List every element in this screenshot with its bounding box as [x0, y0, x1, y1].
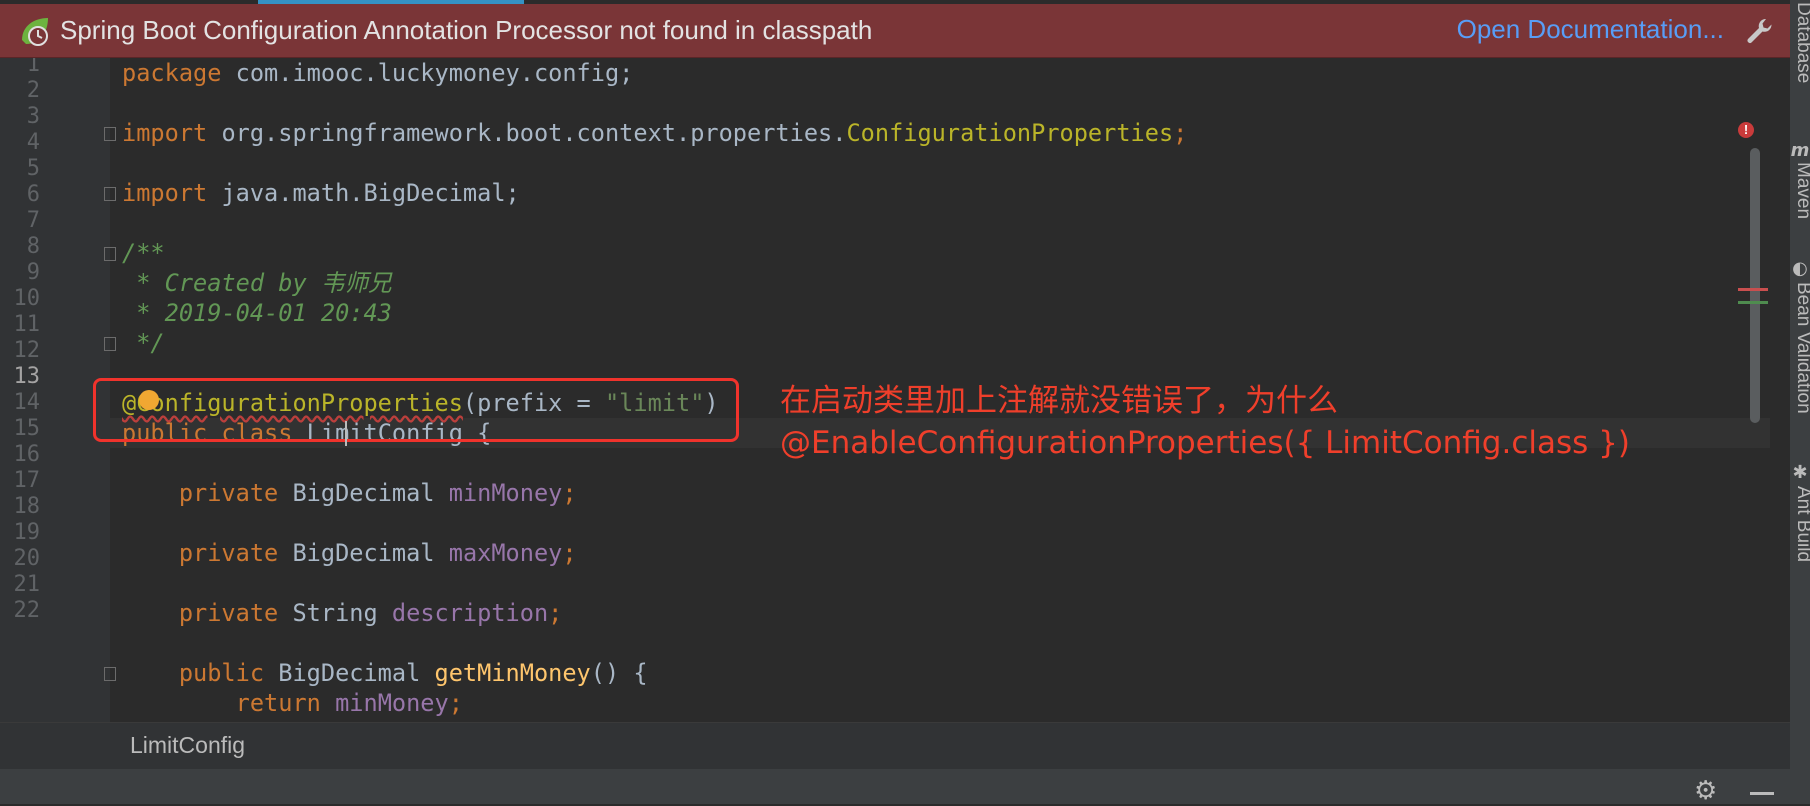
keyword: private — [122, 599, 279, 627]
ant-icon: ✱ — [1792, 462, 1808, 483]
code-line-17: private BigDecimal maxMoney; — [122, 538, 577, 568]
type-name: BigDecimal — [278, 479, 449, 507]
code-editor[interactable]: 1 2 3 4 5 6 7 8 9 10 11 12 13 14 15 16 1… — [0, 58, 1790, 722]
error-indicator-icon[interactable]: ! — [1738, 122, 1754, 138]
code-text: () { — [590, 659, 648, 687]
minimize-icon[interactable] — [1750, 792, 1774, 795]
code-line-8: * Created by 韦师兄 — [122, 269, 392, 297]
field-name: description — [391, 599, 549, 627]
annotation-note-line1: 在启动类里加上注解就没错误了，为什么 — [780, 383, 1338, 419]
keyword: import — [122, 179, 208, 207]
intention-bulb-icon[interactable] — [139, 390, 159, 410]
code-line-15: private BigDecimal minMoney; — [122, 478, 577, 508]
fold-marker[interactable] — [104, 247, 116, 261]
keyword: private — [122, 539, 279, 567]
code-text: org.springframework.boot.context.propert… — [207, 119, 847, 147]
code-text: ; — [562, 539, 577, 567]
annotation-note-line2: @EnableConfigurationProperties({ LimitCo… — [780, 425, 1630, 461]
code-text: java.math.BigDecimal; — [207, 179, 520, 207]
code-line-22: return minMoney; — [122, 688, 463, 718]
field-name: minMoney — [320, 689, 449, 717]
code-line-3: import org.springframework.boot.context.… — [122, 118, 1187, 148]
code-line-9: * 2019-04-01 20:43 — [122, 299, 392, 327]
breadcrumb[interactable]: LimitConfig — [130, 732, 245, 759]
spring-icon — [18, 14, 52, 48]
bean-validation-tool-tab[interactable]: Bean Validation — [1792, 282, 1810, 414]
highlight-box — [93, 378, 739, 442]
code-line-19: private String description; — [122, 598, 563, 628]
database-tool-tab[interactable]: Database — [1792, 2, 1810, 83]
wrench-icon[interactable] — [1744, 16, 1774, 46]
change-stripe-marker[interactable] — [1738, 301, 1768, 304]
vertical-scrollbar[interactable] — [1750, 148, 1760, 423]
code-text: ; — [448, 689, 463, 717]
keyword: return — [122, 689, 321, 717]
text-caret — [345, 421, 347, 446]
error-stripe-marker[interactable] — [1738, 288, 1768, 291]
code-line-10: */ — [122, 329, 165, 357]
keyword: import — [122, 119, 208, 147]
fold-marker[interactable] — [104, 337, 116, 351]
bottom-status-bar — [0, 769, 1790, 804]
line-number: 22 — [13, 598, 41, 623]
code-text: ; — [548, 599, 563, 627]
right-tool-strip: Database m Maven ◐ Bean Validation ✱ Ant… — [1790, 0, 1810, 804]
field-name: maxMoney — [448, 539, 563, 567]
keyword: package — [122, 59, 222, 87]
notification-banner: Spring Boot Configuration Annotation Pro… — [0, 4, 1790, 58]
code-line-5: import java.math.BigDecimal; — [122, 178, 520, 208]
code-text: com.imooc.luckymoney.config; — [221, 59, 634, 87]
maven-icon: m — [1790, 140, 1810, 161]
code-text: ; — [1173, 119, 1188, 147]
fold-marker[interactable] — [104, 187, 116, 201]
type-name: BigDecimal — [264, 659, 435, 687]
gear-icon[interactable]: ⚙ — [1694, 778, 1717, 804]
open-documentation-link[interactable]: Open Documentation... — [1457, 14, 1724, 45]
bean-validation-icon: ◐ — [1792, 258, 1808, 279]
fold-marker[interactable] — [104, 667, 116, 681]
ant-build-tool-tab[interactable]: Ant Build — [1792, 486, 1810, 562]
code-text: ; — [562, 479, 577, 507]
keyword: public — [122, 659, 265, 687]
annotation-note: 在启动类里加上注解就没错误了，为什么 @EnableConfigurationP… — [780, 380, 1630, 464]
class-name: ConfigurationProperties — [846, 119, 1174, 147]
banner-message: Spring Boot Configuration Annotation Pro… — [60, 15, 873, 45]
code-line-7: /** — [122, 239, 165, 267]
breadcrumb-bar: LimitConfig — [0, 722, 1790, 769]
fold-marker[interactable] — [104, 127, 116, 141]
keyword: private — [122, 479, 279, 507]
code-line-21: public BigDecimal getMinMoney() { — [122, 658, 648, 688]
method-name: getMinMoney — [434, 659, 591, 687]
field-name: minMoney — [448, 479, 563, 507]
type-name: BigDecimal — [278, 539, 449, 567]
type-name: String — [278, 599, 392, 627]
code-line-1: package com.imooc.luckymoney.config; — [122, 58, 633, 88]
maven-tool-tab[interactable]: Maven — [1792, 162, 1810, 219]
